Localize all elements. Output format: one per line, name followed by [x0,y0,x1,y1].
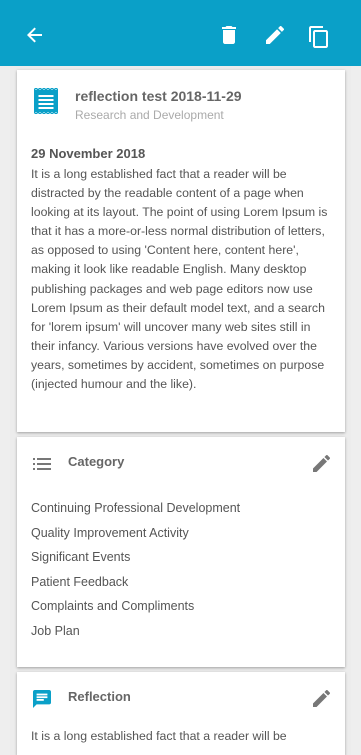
edit-category-icon[interactable] [313,454,331,477]
category-list: Continuing Professional Development Qual… [31,500,240,648]
copy-icon[interactable] [309,26,333,50]
arrow-back-icon[interactable] [27,27,51,51]
document-icon [34,88,58,119]
category-card: Category Continuing Professional Develop… [17,437,345,667]
delete-icon[interactable] [222,26,246,50]
list-item: Continuing Professional Development [31,501,241,515]
list-item: Complaints and Compliments [31,599,195,614]
comment-icon [33,689,51,713]
reflection-preview: It is a long established fact that a rea… [31,729,287,743]
reflection-card: Reflection It is a long established fact… [17,672,345,755]
entry-card: reflection test 2018-11-29 Research and … [17,70,345,432]
entry-title: reflection test 2018-11-29 [75,88,242,104]
list-item: Patient Feedback [31,574,129,589]
reflection-title: Reflection [68,689,131,704]
edit-reflection-icon[interactable] [313,689,331,712]
entry-date: 29 November 2018 [31,146,146,161]
category-title: Category [68,454,125,469]
edit-icon[interactable] [266,25,290,50]
list-item: Significant Events [31,550,131,565]
entry-body: It is a long established fact that a rea… [31,167,328,392]
entry-subtitle: Research and Development [75,108,224,122]
list-item: Job Plan [31,623,80,638]
list-icon [33,454,51,475]
app-bar [0,0,361,66]
list-item: Quality Improvement Activity [31,525,189,540]
